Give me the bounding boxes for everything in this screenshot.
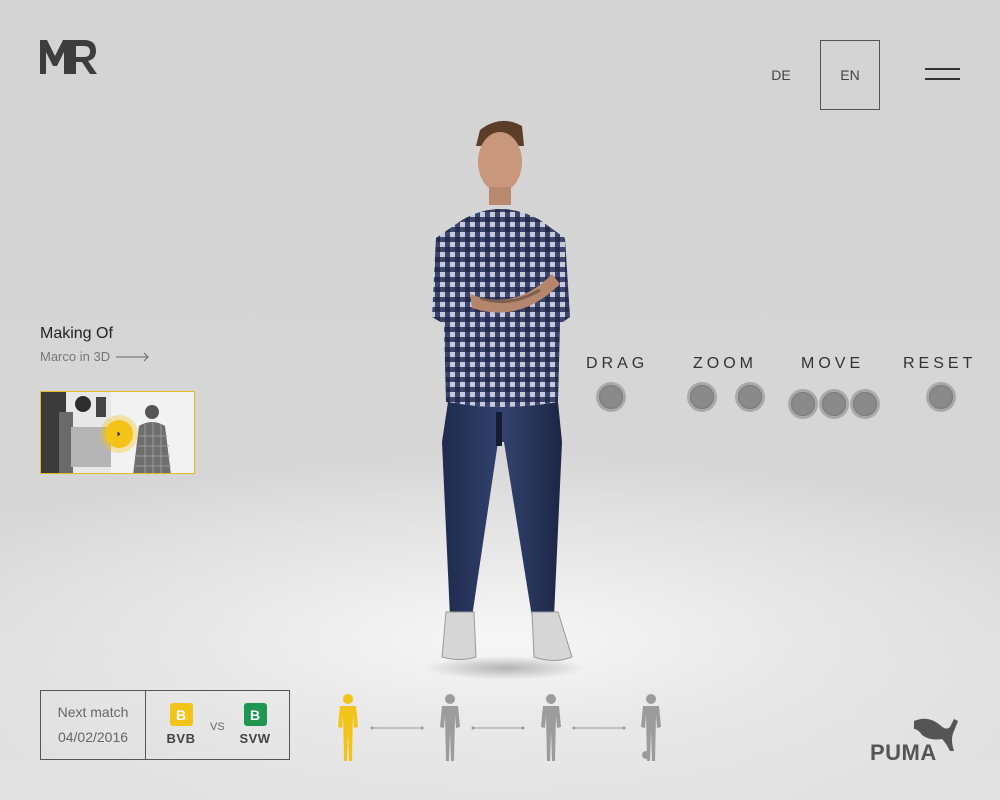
zoom-gesture-dot: [690, 385, 714, 409]
home-team: B BVB: [161, 703, 201, 746]
pose-3-icon[interactable]: [541, 694, 561, 761]
svw-badge-icon: B: [243, 703, 267, 726]
language-de-button[interactable]: DE: [751, 40, 811, 110]
puma-wordmark: PUMA: [870, 740, 937, 763]
puma-logo[interactable]: PUMA: [870, 715, 962, 763]
away-team-name: SVW: [239, 731, 271, 746]
reset-label[interactable]: RESET: [903, 355, 976, 373]
move-gesture-dot: [853, 392, 877, 416]
next-match-date: 04/02/2016: [57, 729, 129, 745]
next-match-teams: B BVB VS B SVW: [146, 691, 289, 759]
move-gesture-dot: [791, 392, 815, 416]
home-team-name: BVB: [166, 731, 196, 746]
away-team: B SVW: [235, 703, 275, 746]
language-en-button[interactable]: EN: [820, 40, 880, 110]
mr-logo[interactable]: [40, 40, 98, 74]
next-match-box[interactable]: Next match 04/02/2016 B BVB VS B SVW: [40, 690, 290, 760]
3d-player-model[interactable]: [420, 112, 585, 682]
drag-label: DRAG: [586, 355, 649, 372]
move-gesture-dot: [822, 392, 846, 416]
pose-2-icon[interactable]: [440, 694, 460, 761]
next-match-label: Next match: [57, 704, 129, 720]
pose-1-icon[interactable]: [338, 694, 358, 761]
bvb-badge-icon: B: [169, 703, 193, 726]
reset-button[interactable]: [929, 385, 953, 409]
hamburger-menu-icon[interactable]: [925, 68, 960, 82]
drag-gesture-dot: [599, 385, 623, 409]
move-label: MOVE: [801, 355, 865, 372]
versus-label: VS: [210, 721, 225, 733]
pose-selector: [338, 694, 661, 761]
zoom-gesture-dot: [738, 385, 762, 409]
ball-icon: [642, 751, 650, 759]
pose-4-icon[interactable]: [641, 694, 661, 761]
zoom-label: ZOOM: [693, 355, 757, 372]
next-match-info: Next match 04/02/2016: [41, 691, 146, 759]
making-of-title: Making Of: [40, 325, 113, 342]
